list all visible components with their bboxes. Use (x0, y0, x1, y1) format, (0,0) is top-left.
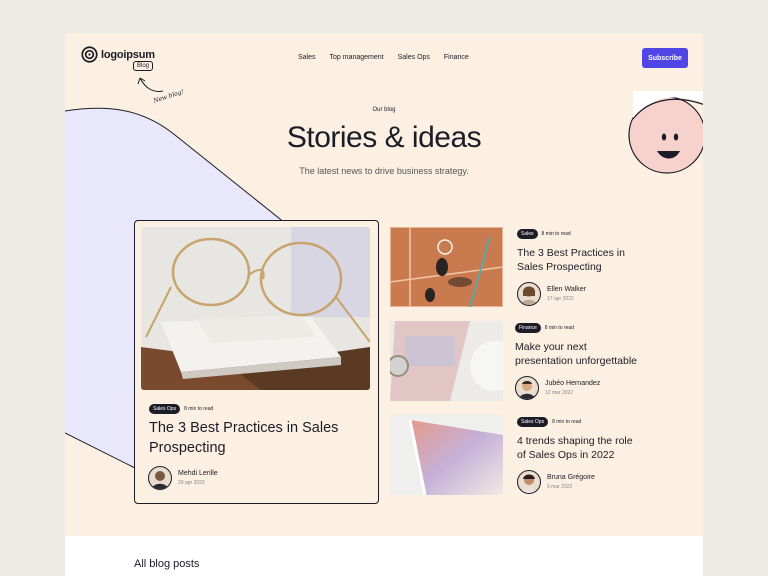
featured-post-card[interactable]: Sales Ops 8 min to read The 3 Best Pract… (134, 220, 379, 504)
main-nav: Sales Top management Sales Ops Finance (298, 54, 469, 61)
author-name: Ellen Walker (547, 286, 587, 293)
post-meta: Sales Ops 8 min to read (517, 417, 642, 427)
post-card[interactable]: Sales 8 min to read The 3 Best Practices… (390, 227, 640, 307)
blog-tag: Blog (133, 61, 154, 71)
author-name: Mehdi Lerille (178, 470, 218, 477)
post-meta: Finance 8 min to read (515, 323, 640, 333)
all-posts-heading: All blog posts (134, 558, 200, 570)
post-image (390, 227, 503, 307)
logo-mark-icon (81, 46, 98, 63)
category-badge[interactable]: Finance (515, 323, 541, 333)
post-body: Sales Ops 8 min to read 4 trends shaping… (517, 417, 642, 494)
category-badge[interactable]: Sales Ops (149, 404, 181, 414)
post-card[interactable]: Sales Ops 8 min to read 4 trends shaping… (390, 415, 640, 495)
blog-page: logoipsum Blog New blog! Sales Top manag… (65, 33, 703, 576)
hero-eyebrow: Our blog (372, 107, 396, 113)
nav-item-finance[interactable]: Finance (444, 54, 469, 61)
featured-post-meta: Sales Ops 8 min to read (149, 404, 213, 414)
featured-post-image (141, 227, 370, 390)
category-badge[interactable]: Sales (517, 229, 538, 239)
post-date: 20 apr 2022 (178, 480, 205, 486)
post-image (390, 415, 503, 495)
post-body: Sales 8 min to read The 3 Best Practices… (517, 229, 642, 306)
read-time: 8 min to read (184, 406, 214, 412)
post-author: Jubéo Hernandez 12 mar 2022 (515, 376, 640, 400)
post-title[interactable]: 4 trends shaping the role of Sales Ops i… (517, 434, 642, 462)
nav-item-sales-ops[interactable]: Sales Ops (398, 54, 430, 61)
post-body: Finance 8 min to read Make your next pre… (515, 323, 640, 400)
logo-text: logoipsum (101, 48, 155, 61)
read-time: 8 min to read (544, 325, 574, 331)
post-title[interactable]: The 3 Best Practices in Sales Prospectin… (517, 246, 642, 274)
read-time: 8 min to read (541, 231, 571, 237)
category-badge[interactable]: Sales Ops (517, 417, 549, 427)
post-card[interactable]: Finance 8 min to read Make your next pre… (390, 321, 640, 401)
smiley-illustration (628, 91, 703, 174)
post-image (390, 321, 503, 401)
post-date: 17 apr 2022 (547, 296, 574, 302)
avatar (517, 470, 541, 494)
all-posts-section: All blog posts (65, 536, 703, 576)
hero-subtitle: The latest news to drive business strate… (299, 166, 469, 176)
hero-title: Stories & ideas (286, 121, 482, 154)
subscribe-button[interactable]: Subscribe (642, 48, 688, 68)
post-author: Bruna Grégoire 9 mar 2022 (517, 470, 642, 494)
post-author: Ellen Walker 17 apr 2022 (517, 282, 642, 306)
featured-post-author: Mehdi Lerille 20 apr 2022 (148, 466, 218, 490)
author-name: Jubéo Hernandez (545, 380, 601, 387)
avatar (517, 282, 541, 306)
nav-item-top-management[interactable]: Top management (330, 54, 384, 61)
featured-post-title[interactable]: The 3 Best Practices in Sales Prospectin… (149, 418, 359, 458)
post-date: 12 mar 2022 (545, 390, 574, 396)
post-meta: Sales 8 min to read (517, 229, 642, 239)
avatar (515, 376, 539, 400)
author-name: Bruna Grégoire (547, 474, 595, 481)
avatar (148, 466, 172, 490)
nav-item-sales[interactable]: Sales (298, 54, 316, 61)
post-title[interactable]: Make your next presentation unforgettabl… (515, 340, 640, 368)
post-date: 9 mar 2022 (547, 484, 573, 490)
read-time: 8 min to read (552, 419, 582, 425)
